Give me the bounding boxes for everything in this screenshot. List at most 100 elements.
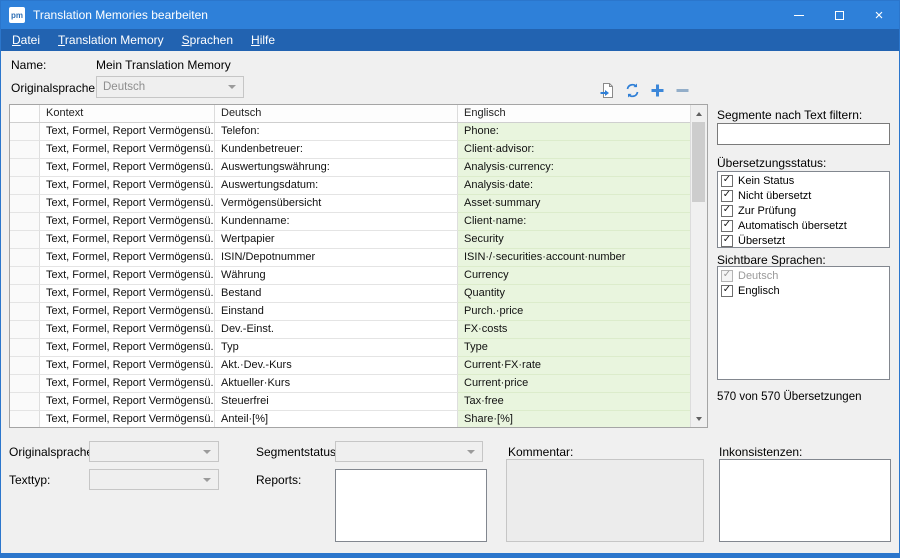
- cell-kontext[interactable]: Text, Formel, Report Vermögensü...: [40, 357, 215, 375]
- row-selector[interactable]: [10, 357, 40, 375]
- checkbox-icon[interactable]: ✓: [721, 205, 733, 217]
- status-filter-option[interactable]: ✓ Automatisch übersetzt: [718, 218, 889, 233]
- cell-deutsch[interactable]: Akt.·Dev.-Kurs: [215, 357, 458, 375]
- status-filter-option[interactable]: ✓ Übersetzt: [718, 233, 889, 248]
- minimize-button[interactable]: [779, 1, 819, 29]
- row-selector[interactable]: [10, 285, 40, 303]
- cell-deutsch[interactable]: Wertpapier: [215, 231, 458, 249]
- maximize-button[interactable]: [819, 1, 859, 29]
- status-filter-option[interactable]: ✓ Kein Status: [718, 173, 889, 188]
- cell-englisch[interactable]: Purch.·price: [458, 303, 690, 321]
- refresh-icon[interactable]: [624, 82, 641, 99]
- texttype-combo[interactable]: [89, 469, 219, 490]
- cell-kontext[interactable]: Text, Formel, Report Vermögensü...: [40, 159, 215, 177]
- table-row[interactable]: Text, Formel, Report Vermögensü... Kunde…: [10, 141, 690, 159]
- add-segment-icon[interactable]: [649, 82, 666, 99]
- cell-kontext[interactable]: Text, Formel, Report Vermögensü...: [40, 123, 215, 141]
- column-header-kontext[interactable]: Kontext: [40, 105, 215, 122]
- row-selector[interactable]: [10, 213, 40, 231]
- checkbox-icon[interactable]: ✓: [721, 190, 733, 202]
- language-option[interactable]: ✓ Deutsch: [718, 268, 889, 283]
- checkbox-icon[interactable]: ✓: [721, 175, 733, 187]
- cell-kontext[interactable]: Text, Formel, Report Vermögensü...: [40, 411, 215, 427]
- row-selector[interactable]: [10, 375, 40, 393]
- cell-englisch[interactable]: Currency: [458, 267, 690, 285]
- table-row[interactable]: Text, Formel, Report Vermögensü... Dev.-…: [10, 321, 690, 339]
- table-row[interactable]: Text, Formel, Report Vermögensü... Kunde…: [10, 213, 690, 231]
- menu-sprachen[interactable]: Sprachen: [173, 30, 242, 50]
- table-row[interactable]: Text, Formel, Report Vermögensü... Vermö…: [10, 195, 690, 213]
- language-option[interactable]: ✓ Englisch: [718, 283, 889, 298]
- row-selector[interactable]: [10, 177, 40, 195]
- table-row[interactable]: Text, Formel, Report Vermögensü... Antei…: [10, 411, 690, 427]
- filter-input[interactable]: [717, 123, 890, 145]
- cell-deutsch[interactable]: Typ: [215, 339, 458, 357]
- scroll-up-button[interactable]: [691, 105, 707, 122]
- cell-englisch[interactable]: Quantity: [458, 285, 690, 303]
- scroll-down-button[interactable]: [691, 410, 707, 427]
- row-selector[interactable]: [10, 267, 40, 285]
- cell-englisch[interactable]: FX·costs: [458, 321, 690, 339]
- row-selector[interactable]: [10, 231, 40, 249]
- table-row[interactable]: Text, Formel, Report Vermögensü... Wertp…: [10, 231, 690, 249]
- cell-kontext[interactable]: Text, Formel, Report Vermögensü...: [40, 195, 215, 213]
- cell-deutsch[interactable]: Dev.-Einst.: [215, 321, 458, 339]
- menu-translation-memory[interactable]: Translation Memory: [49, 30, 173, 50]
- cell-deutsch[interactable]: Steuerfrei: [215, 393, 458, 411]
- cell-kontext[interactable]: Text, Formel, Report Vermögensü...: [40, 339, 215, 357]
- status-filter-option[interactable]: ✓ Zur Prüfung: [718, 203, 889, 218]
- remove-segment-icon[interactable]: [674, 82, 691, 99]
- row-selector[interactable]: [10, 303, 40, 321]
- cell-kontext[interactable]: Text, Formel, Report Vermögensü...: [40, 393, 215, 411]
- table-row[interactable]: Text, Formel, Report Vermögensü... ISIN/…: [10, 249, 690, 267]
- cell-deutsch[interactable]: Auswertungswährung:: [215, 159, 458, 177]
- row-selector[interactable]: [10, 321, 40, 339]
- table-row[interactable]: Text, Formel, Report Vermögensü... Besta…: [10, 285, 690, 303]
- cell-deutsch[interactable]: Währung: [215, 267, 458, 285]
- table-row[interactable]: Text, Formel, Report Vermögensü... Steue…: [10, 393, 690, 411]
- checkbox-icon[interactable]: ✓: [721, 285, 733, 297]
- column-header-englisch[interactable]: Englisch: [458, 105, 692, 122]
- table-row[interactable]: Text, Formel, Report Vermögensü... Währu…: [10, 267, 690, 285]
- cell-deutsch[interactable]: ISIN/Depotnummer: [215, 249, 458, 267]
- inconsistencies-list[interactable]: [719, 459, 891, 542]
- cell-englisch[interactable]: Analysis·currency:: [458, 159, 690, 177]
- table-row[interactable]: Text, Formel, Report Vermögensü... Typ T…: [10, 339, 690, 357]
- cell-englisch[interactable]: Security: [458, 231, 690, 249]
- cell-deutsch[interactable]: Telefon:: [215, 123, 458, 141]
- row-selector[interactable]: [10, 123, 40, 141]
- row-selector[interactable]: [10, 393, 40, 411]
- table-row[interactable]: Text, Formel, Report Vermögensü... Auswe…: [10, 177, 690, 195]
- cell-deutsch[interactable]: Auswertungsdatum:: [215, 177, 458, 195]
- cell-englisch[interactable]: Current·FX·rate: [458, 357, 690, 375]
- table-row[interactable]: Text, Formel, Report Vermögensü... Aktue…: [10, 375, 690, 393]
- cell-kontext[interactable]: Text, Formel, Report Vermögensü...: [40, 267, 215, 285]
- cell-englisch[interactable]: Tax·free: [458, 393, 690, 411]
- cell-deutsch[interactable]: Kundenname:: [215, 213, 458, 231]
- cell-kontext[interactable]: Text, Formel, Report Vermögensü...: [40, 303, 215, 321]
- checkbox-icon[interactable]: ✓: [721, 220, 733, 232]
- cell-kontext[interactable]: Text, Formel, Report Vermögensü...: [40, 375, 215, 393]
- cell-englisch[interactable]: Type: [458, 339, 690, 357]
- table-scrollbar[interactable]: [690, 105, 707, 427]
- checkbox-icon[interactable]: ✓: [721, 235, 733, 247]
- table-row[interactable]: Text, Formel, Report Vermögensü... Akt.·…: [10, 357, 690, 375]
- cell-kontext[interactable]: Text, Formel, Report Vermögensü...: [40, 141, 215, 159]
- close-button[interactable]: ×: [859, 1, 899, 29]
- row-selector[interactable]: [10, 159, 40, 177]
- table-row[interactable]: Text, Formel, Report Vermögensü... Telef…: [10, 123, 690, 141]
- cell-englisch[interactable]: Client·name:: [458, 213, 690, 231]
- cell-englisch[interactable]: Analysis·date:: [458, 177, 690, 195]
- cell-englisch[interactable]: ISIN·/·securities·account·number: [458, 249, 690, 267]
- cell-deutsch[interactable]: Aktueller·Kurs: [215, 375, 458, 393]
- cell-kontext[interactable]: Text, Formel, Report Vermögensü...: [40, 249, 215, 267]
- export-report-icon[interactable]: [599, 82, 616, 99]
- cell-kontext[interactable]: Text, Formel, Report Vermögensü...: [40, 321, 215, 339]
- row-selector[interactable]: [10, 141, 40, 159]
- scrollbar-thumb[interactable]: [692, 122, 705, 202]
- detail-source-language-combo[interactable]: [89, 441, 219, 462]
- cell-deutsch[interactable]: Vermögensübersicht: [215, 195, 458, 213]
- menu-datei[interactable]: Datei: [3, 30, 49, 50]
- row-selector[interactable]: [10, 249, 40, 267]
- source-language-combo[interactable]: Deutsch: [96, 76, 244, 98]
